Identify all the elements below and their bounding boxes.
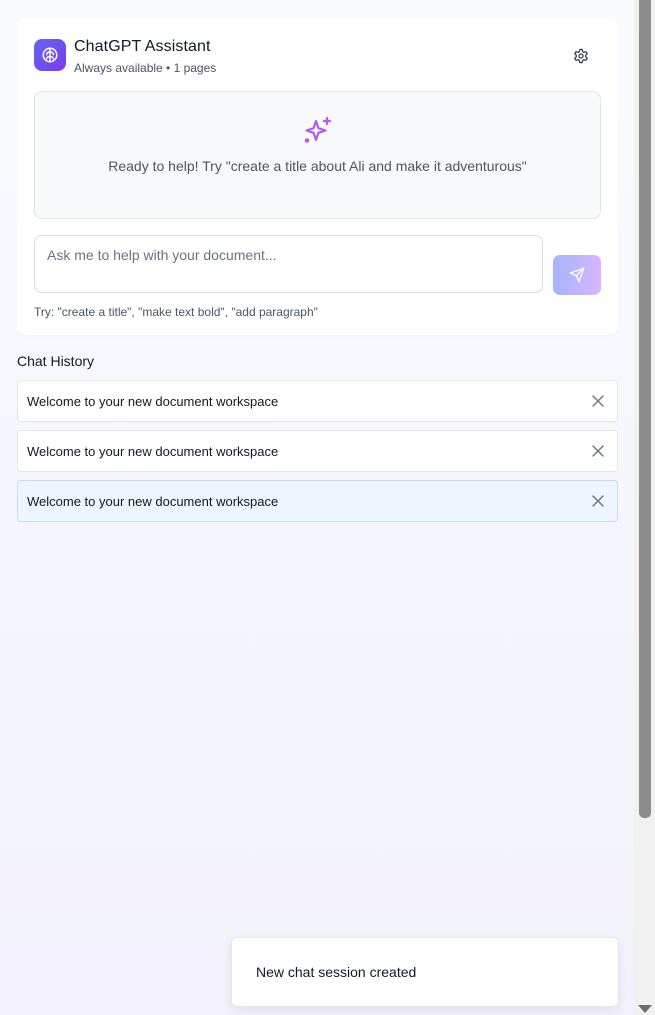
- chat-history-item-label: Welcome to your new document workspace: [27, 444, 279, 459]
- toast-notification: New chat session created: [231, 937, 619, 1007]
- ready-panel: Ready to help! Try "create a title about…: [34, 91, 601, 219]
- assistant-page: ChatGPT Assistant Always available • 1 p…: [0, 0, 634, 1015]
- assistant-subtitle: Always available • 1 pages: [74, 61, 217, 75]
- chat-history-item[interactable]: Welcome to your new document workspace: [17, 380, 618, 422]
- scroll-down-arrow-icon[interactable]: [638, 1005, 652, 1013]
- assistant-card: ChatGPT Assistant Always available • 1 p…: [17, 18, 618, 335]
- close-icon[interactable]: [590, 393, 606, 409]
- send-icon: [569, 267, 585, 283]
- vertical-scrollbar[interactable]: [634, 0, 655, 1015]
- brain-icon: [34, 39, 66, 71]
- scrollbar-thumb[interactable]: [639, 0, 651, 818]
- settings-button[interactable]: [569, 44, 593, 68]
- prompt-input[interactable]: [34, 235, 543, 293]
- close-icon[interactable]: [590, 443, 606, 459]
- chat-history-item[interactable]: Welcome to your new document workspace: [17, 430, 618, 472]
- chat-history-item-label: Welcome to your new document workspace: [27, 394, 279, 409]
- prompt-hint: Try: "create a title", "make text bold",…: [34, 305, 318, 319]
- sparkles-icon: [304, 116, 332, 143]
- ready-message: Ready to help! Try "create a title about…: [108, 158, 527, 174]
- send-button[interactable]: [553, 255, 601, 295]
- close-icon[interactable]: [590, 493, 606, 509]
- gear-icon: [574, 48, 588, 64]
- chat-history-item-active[interactable]: Welcome to your new document workspace: [17, 480, 618, 522]
- chat-history-item-label: Welcome to your new document workspace: [27, 494, 279, 509]
- chat-history-title: Chat History: [17, 353, 95, 369]
- toast-message: New chat session created: [256, 964, 417, 980]
- assistant-title: ChatGPT Assistant: [74, 38, 211, 55]
